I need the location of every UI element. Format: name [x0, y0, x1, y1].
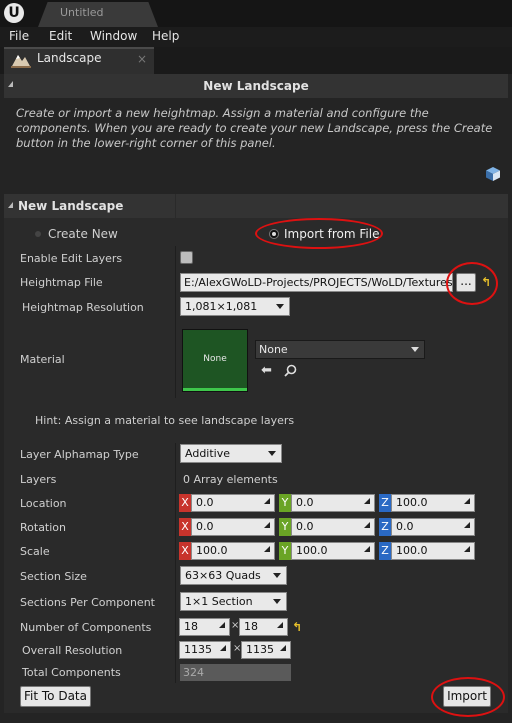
rotation-z-value: 0.0 — [396, 520, 414, 533]
annotation-circle-import-button — [431, 677, 505, 717]
menu-help[interactable]: Help — [152, 29, 179, 43]
material-thumbnail-label: None — [203, 354, 227, 364]
new-landscape-title: New Landscape — [203, 79, 309, 93]
number-of-components-x-input[interactable]: 18 — [179, 618, 230, 636]
overall-resolution-x-value: 1135 — [184, 643, 212, 656]
total-components-label: Total Components — [22, 666, 121, 679]
scale-y-value: 100.0 — [296, 544, 328, 557]
menu-edit[interactable]: Edit — [49, 29, 72, 43]
layer-alphamap-type-combo[interactable]: Additive — [180, 444, 282, 463]
number-of-components-x-value: 18 — [184, 620, 198, 633]
number-of-components-y-value: 18 — [244, 620, 258, 633]
heightmap-resolution-label: Heightmap Resolution — [22, 301, 144, 314]
location-z-value: 100.0 — [396, 496, 428, 509]
location-x-input[interactable]: 0.0 — [191, 494, 275, 512]
number-of-components-label: Number of Components — [20, 621, 152, 634]
location-y-value: 0.0 — [296, 496, 314, 509]
rotation-x-value: 0.0 — [196, 520, 214, 533]
material-picker-value: None — [259, 343, 288, 356]
combo-arrow-icon — [273, 599, 281, 604]
layer-alphamap-type-label: Layer Alphamap Type — [20, 448, 139, 461]
combo-arrow-icon — [268, 451, 276, 456]
material-thumbnail[interactable]: None — [182, 329, 248, 392]
heightmap-resolution-value: 1,081×1,081 — [185, 300, 258, 313]
use-selected-arrow-icon[interactable]: ⬅ — [261, 363, 272, 378]
rotation-z-input[interactable]: 0.0 — [391, 518, 475, 536]
axis-x-label: X — [179, 518, 191, 536]
section-size-label: Section Size — [20, 570, 87, 583]
radio-icon[interactable] — [35, 231, 41, 237]
location-label: Location — [20, 497, 67, 510]
annotation-circle-browse — [446, 262, 498, 305]
reset-arrow-icon[interactable]: ↰ — [292, 620, 302, 634]
number-of-components-y-input[interactable]: 18 — [239, 618, 288, 636]
axis-x-label: X — [179, 494, 191, 512]
total-components-value: 324 — [180, 664, 291, 681]
material-label: Material — [20, 353, 65, 366]
sections-per-component-value: 1×1 Section — [185, 595, 253, 608]
overall-resolution-label: Overall Resolution — [22, 644, 123, 657]
landscape-mode-icon — [11, 55, 31, 68]
rotation-label: Rotation — [20, 521, 67, 534]
properties-panel — [4, 218, 508, 713]
create-new-option[interactable]: Create New — [48, 227, 118, 241]
sections-per-component-combo[interactable]: 1×1 Section — [180, 592, 287, 611]
section-size-value: 63×63 Quads — [185, 569, 261, 582]
heightmap-file-input[interactable]: E:/AlexGWoLD-Projects/PROJECTS/WoLD/Text… — [180, 273, 453, 292]
axis-y-label: Y — [279, 542, 291, 560]
axis-y-label: Y — [279, 518, 291, 536]
cube-icon[interactable] — [485, 166, 501, 182]
close-icon[interactable]: × — [137, 52, 147, 66]
heightmap-file-label: Heightmap File — [20, 276, 103, 289]
scale-z-value: 100.0 — [396, 544, 428, 557]
fit-to-data-button[interactable]: Fit To Data — [20, 686, 91, 707]
combo-arrow-icon — [273, 573, 281, 578]
enable-edit-layers-checkbox[interactable] — [180, 251, 193, 264]
window-title: Untitled — [60, 6, 104, 19]
layer-alphamap-type-value: Additive — [185, 447, 230, 460]
location-z-input[interactable]: 100.0 — [391, 494, 475, 512]
axis-z-label: Z — [379, 518, 391, 536]
scale-z-input[interactable]: 100.0 — [391, 542, 475, 560]
sections-per-component-label: Sections Per Component — [20, 596, 155, 609]
rotation-y-value: 0.0 — [296, 520, 314, 533]
axis-z-label: Z — [379, 542, 391, 560]
heightmap-resolution-combo[interactable]: 1,081×1,081 — [180, 297, 290, 316]
scale-label: Scale — [20, 545, 50, 558]
tab-landscape-label: Landscape — [37, 51, 102, 65]
location-x-value: 0.0 — [196, 496, 214, 509]
axis-y-label: Y — [279, 494, 291, 512]
scale-x-value: 100.0 — [196, 544, 228, 557]
menu-bar — [0, 27, 512, 47]
section-size-combo[interactable]: 63×63 Quads — [180, 566, 287, 585]
layers-value: 0 Array elements — [183, 473, 278, 486]
scale-y-input[interactable]: 100.0 — [291, 542, 375, 560]
combo-arrow-icon — [276, 304, 284, 309]
location-y-input[interactable]: 0.0 — [291, 494, 375, 512]
rotation-x-input[interactable]: 0.0 — [191, 518, 275, 536]
overall-resolution-y-input[interactable]: 1135 — [241, 641, 291, 659]
collapse-arrow-icon[interactable] — [8, 202, 13, 208]
scale-x-input[interactable]: 100.0 — [191, 542, 275, 560]
overall-resolution-y-value: 1135 — [246, 643, 274, 656]
axis-x-label: X — [179, 542, 191, 560]
search-icon[interactable] — [284, 364, 297, 377]
menu-file[interactable]: File — [9, 29, 29, 43]
material-picker-combo[interactable]: None — [255, 340, 425, 359]
axis-z-label: Z — [379, 494, 391, 512]
enable-edit-layers-label: Enable Edit Layers — [20, 252, 123, 265]
combo-arrow-icon — [411, 347, 419, 352]
material-hint: Hint: Assign a material to see landscape… — [35, 414, 295, 427]
overall-resolution-x-input[interactable]: 1135 — [179, 641, 231, 659]
annotation-circle-import-from-file — [255, 218, 383, 249]
menu-window[interactable]: Window — [90, 29, 137, 43]
section-title: New Landscape — [18, 199, 124, 213]
rotation-y-input[interactable]: 0.0 — [291, 518, 375, 536]
description-text: Create or import a new heightmap. Assign… — [16, 106, 493, 150]
layers-label: Layers — [20, 473, 57, 486]
unreal-logo-icon: U — [4, 3, 24, 23]
